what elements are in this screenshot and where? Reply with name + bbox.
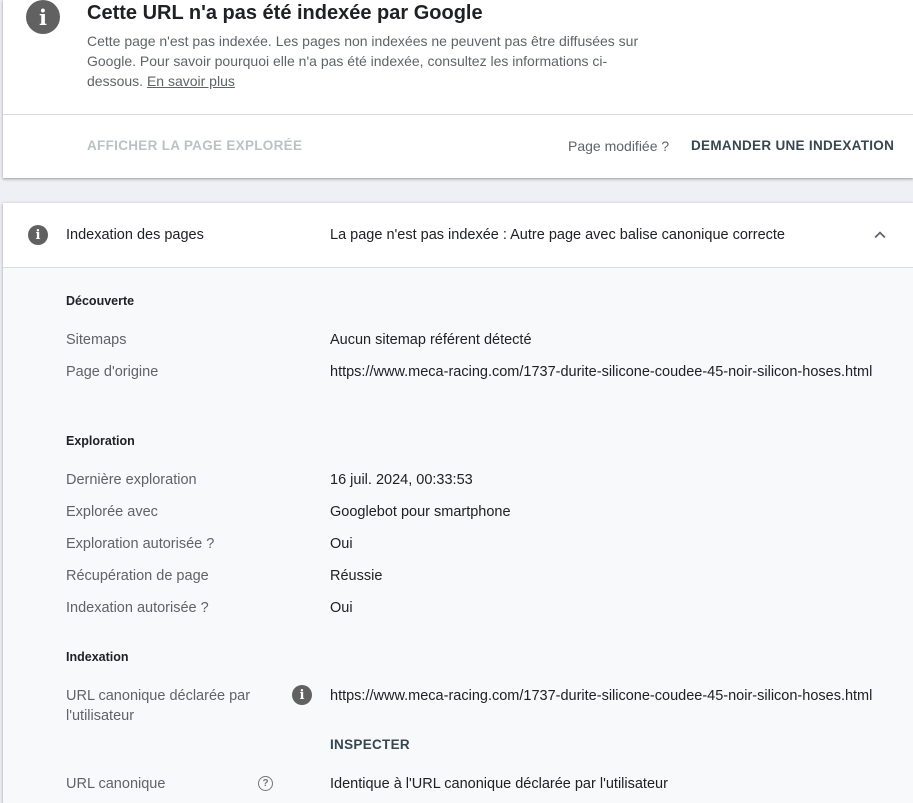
section-title-discovery: Découverte [66, 294, 135, 308]
inspect-button[interactable]: INSPECTER [330, 737, 410, 752]
summary-title: Cette URL n'a pas été indexée par Google [87, 2, 483, 24]
crawled-as-value: Googlebot pour smartphone [330, 504, 511, 520]
crawled-as-label: Explorée avec [66, 504, 158, 520]
section-title-indexing: Indexation [66, 650, 129, 664]
sitemaps-value: Aucun sitemap référent détecté [330, 332, 532, 348]
page-fetch-label: Récupération de page [66, 568, 209, 584]
user-canonical-value: https://www.meca-racing.com/1737-durite-… [330, 688, 873, 704]
indexing-allowed-value: Oui [330, 600, 353, 616]
summary-card: i Cette URL n'a pas été indexée par Goog… [3, 0, 913, 178]
page-indexing-status: La page n'est pas indexée : Autre page a… [330, 227, 786, 243]
help-icon[interactable]: ? [258, 776, 273, 791]
google-canonical-label: URL canonique [66, 776, 166, 792]
divider [3, 114, 913, 115]
info-icon[interactable]: i [292, 685, 312, 705]
google-canonical-value: Identique à l'URL canonique déclarée par… [330, 776, 668, 792]
chevron-up-icon[interactable] [869, 224, 891, 246]
info-icon: i [26, 0, 60, 34]
last-crawl-value: 16 juil. 2024, 00:33:53 [330, 472, 473, 488]
page-indexing-label: Indexation des pages [66, 227, 204, 243]
indexing-allowed-label: Indexation autorisée ? [66, 600, 209, 616]
last-crawl-label: Dernière exploration [66, 472, 197, 488]
page-indexing-card: i Indexation des pages La page n'est pas… [3, 203, 913, 803]
referring-page-label: Page d'origine [66, 364, 159, 380]
crawl-allowed-label: Exploration autorisée ? [66, 536, 215, 552]
request-indexing-button[interactable]: DEMANDER UNE INDEXATION [691, 138, 894, 153]
page-modified-label: Page modifiée ? [568, 138, 670, 154]
user-canonical-label: URL canonique déclarée par l'utilisateur [66, 688, 251, 724]
section-title-crawl: Exploration [66, 434, 135, 448]
sitemaps-label: Sitemaps [66, 332, 127, 348]
page-indexing-header[interactable]: i Indexation des pages La page n'est pas… [3, 203, 913, 268]
info-icon: i [28, 225, 48, 245]
view-crawled-page-button[interactable]: AFFICHER LA PAGE EXPLORÉE [87, 138, 302, 153]
referring-page-value: https://www.meca-racing.com/1737-durite-… [330, 364, 873, 380]
learn-more-link[interactable]: En savoir plus [147, 73, 235, 89]
crawl-allowed-value: Oui [330, 536, 353, 552]
summary-description: Cette page n'est pas indexée. Les pages … [87, 31, 657, 91]
page-fetch-value: Réussie [330, 568, 383, 584]
